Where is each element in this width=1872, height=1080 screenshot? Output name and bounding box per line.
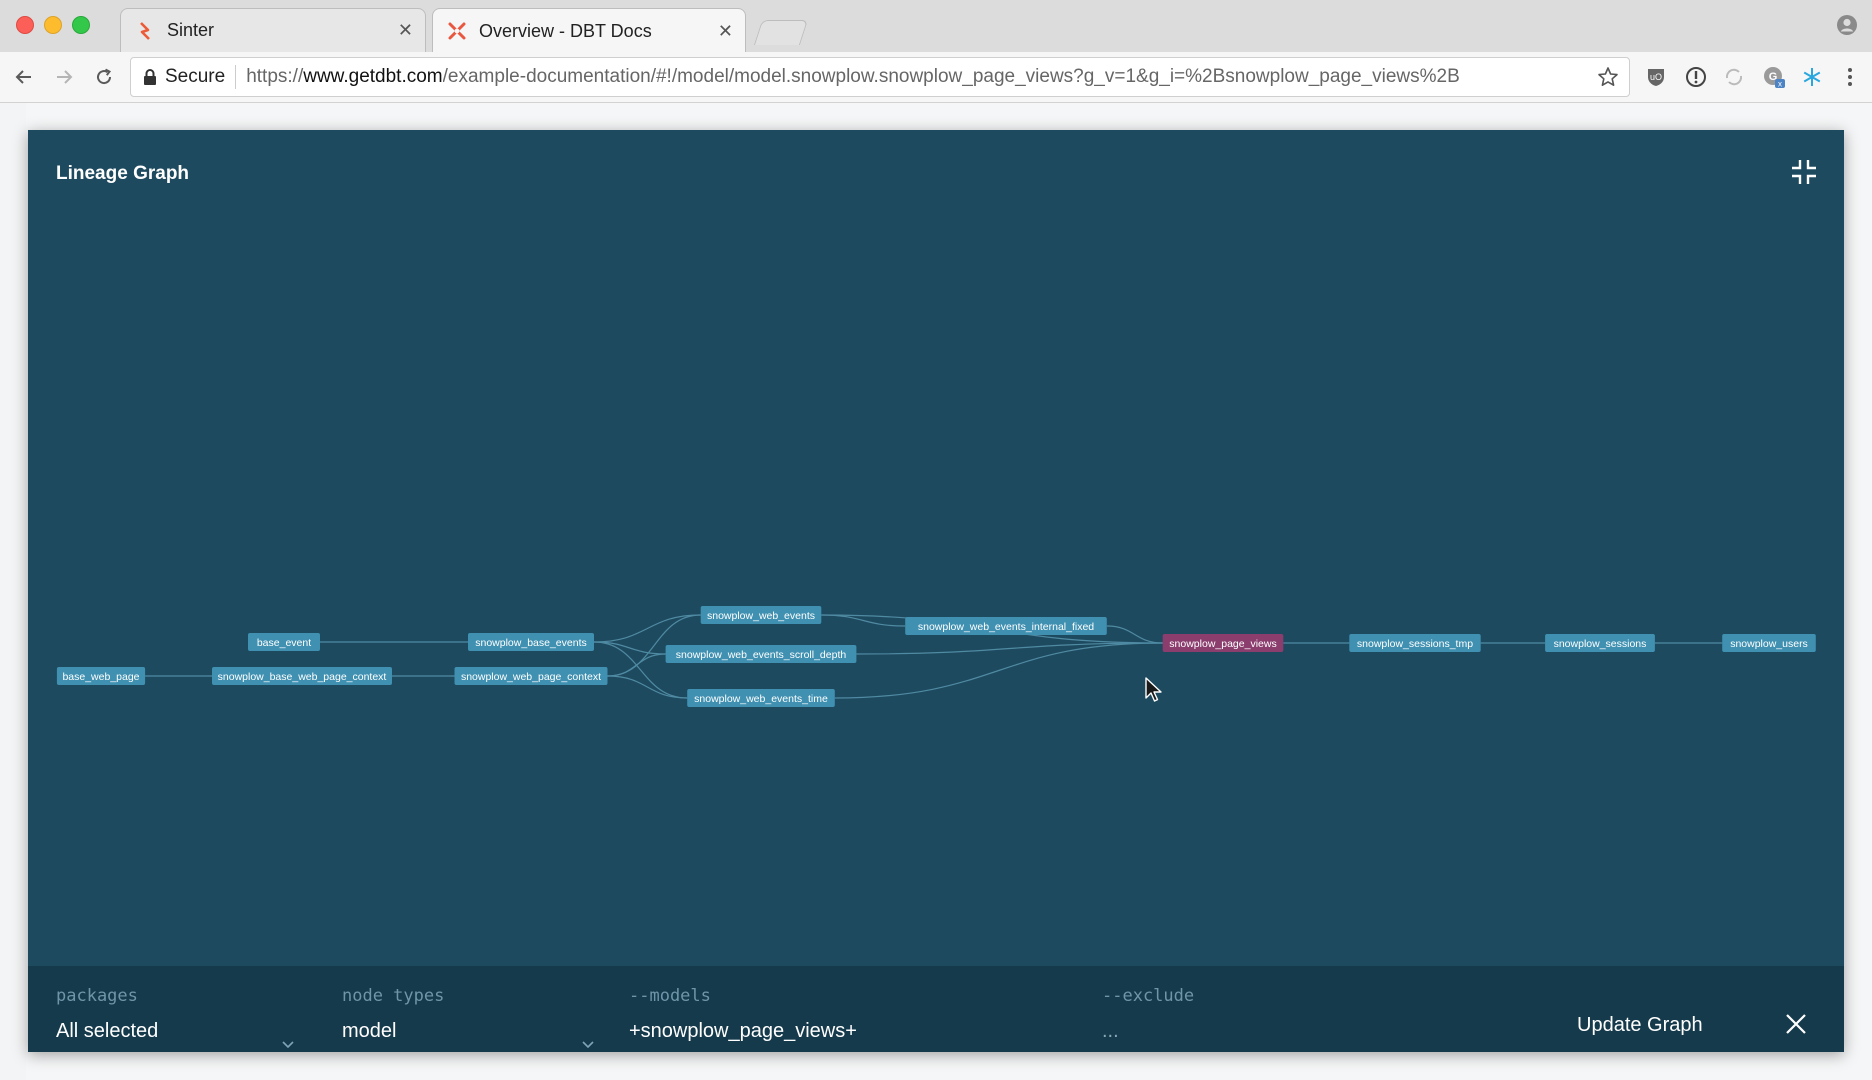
graph-node-snowplow-base-web-page-context[interactable]: snowplow_base_web_page_context: [212, 667, 392, 685]
close-icon[interactable]: [1784, 1012, 1808, 1036]
graph-node-label: base_event: [257, 637, 311, 649]
lineage-graph[interactable]: base_web_page base_event snowplow_base_web…: [28, 130, 1844, 966]
graph-edge: [593, 614, 701, 643]
update-graph-button[interactable]: Update Graph: [1577, 1014, 1703, 1037]
ublock-icon[interactable]: uO: [1644, 65, 1668, 89]
info-icon[interactable]: [1684, 65, 1708, 89]
graph-node-label: snowplow_users: [1730, 638, 1808, 650]
back-arrow-icon[interactable]: [10, 63, 38, 91]
graph-node-snowplow-web-page-context[interactable]: snowplow_web_page_context: [454, 667, 608, 685]
chevron-down-icon: [282, 1036, 294, 1054]
graph-node-snowplow-sessions[interactable]: snowplow_sessions: [1545, 634, 1655, 652]
browser-tab-dbt-docs[interactable]: Overview - DBT Docs ✕: [432, 8, 746, 53]
omnibox-divider: [235, 65, 237, 89]
tab-title: Overview - DBT Docs: [479, 20, 652, 41]
packages-select[interactable]: packages All selected: [56, 986, 296, 1049]
graph-node-snowplow-page-views[interactable]: snowplow_page_views: [1162, 634, 1284, 652]
browser-toolbar: Secure https:// www.getdbt.com /example-…: [0, 52, 1872, 103]
lineage-graph-modal: Lineage Graph base_web_page base_event sno…: [28, 130, 1844, 1052]
url-scheme: https://: [246, 66, 304, 87]
reload-icon[interactable]: [90, 63, 118, 91]
snowflake-icon[interactable]: [1800, 65, 1824, 89]
graph-edge: [1106, 625, 1163, 644]
tab-close-icon[interactable]: ✕: [718, 21, 733, 42]
svg-text:uO: uO: [1650, 72, 1662, 82]
graph-node-snowplow-sessions-tmp[interactable]: snowplow_sessions_tmp: [1349, 634, 1481, 652]
graph-node-label: snowplow_base_web_page_context: [218, 671, 387, 683]
graph-node-label: snowplow_sessions_tmp: [1357, 638, 1473, 650]
mouse-cursor-icon: [1144, 676, 1164, 704]
node-types-label: node types: [342, 986, 445, 1006]
exclude-input[interactable]: --exclude ...: [1102, 986, 1402, 1043]
bookmark-star-icon[interactable]: [1597, 66, 1619, 94]
graph-node-snowplow-web-events[interactable]: snowplow_web_events: [700, 606, 822, 624]
tab-title: Sinter: [167, 20, 215, 40]
graph-node-label: snowplow_page_views: [1169, 638, 1276, 650]
models-label: --models: [629, 986, 711, 1006]
browser-tab-strip: Sinter ✕ Overview - DBT Docs ✕: [0, 0, 1872, 53]
secure-label: Secure: [165, 66, 226, 87]
graph-node-snowplow-users[interactable]: snowplow_users: [1722, 634, 1816, 652]
exclude-value: ...: [1102, 1020, 1119, 1042]
sync-icon[interactable]: [1722, 65, 1746, 89]
graph-node-label: snowplow_web_page_context: [461, 671, 601, 683]
node-types-select[interactable]: node types model: [342, 986, 594, 1049]
graph-node-label: snowplow_base_events: [475, 637, 587, 649]
graph-node-base-event[interactable]: base_event: [248, 633, 320, 651]
new-tab-button[interactable]: [753, 20, 809, 45]
page-sidebar-edge: [0, 103, 26, 1080]
menu-dots-icon[interactable]: [1838, 65, 1862, 89]
forward-arrow-icon[interactable]: [50, 63, 78, 91]
grammarly-icon[interactable]: Gx: [1762, 65, 1786, 89]
graph-node-label: snowplow_web_events_time: [694, 693, 828, 705]
graph-edge: [607, 653, 666, 677]
sinter-logo-icon: [135, 21, 155, 41]
graph-edge: [834, 642, 1163, 699]
node-types-value: model: [342, 1020, 397, 1042]
dbt-logo-icon: [447, 21, 467, 41]
tab-close-icon[interactable]: ✕: [398, 20, 413, 41]
models-value: +snowplow_page_views+: [629, 1020, 857, 1042]
graph-node-label: snowplow_web_events_internal_fixed: [918, 621, 1094, 633]
packages-value: All selected: [56, 1020, 159, 1042]
models-input[interactable]: --models +snowplow_page_views+: [629, 986, 1049, 1043]
graph-node-snowplow-base-events[interactable]: snowplow_base_events: [468, 633, 594, 651]
chevron-down-icon: [582, 1036, 594, 1054]
window-close-button[interactable]: [16, 16, 34, 34]
lock-icon: [143, 68, 157, 86]
graph-node-snowplow-web-events-internal-fixed[interactable]: snowplow_web_events_internal_fixed: [905, 617, 1107, 635]
graph-node-label: base_web_page: [62, 671, 139, 683]
address-bar[interactable]: Secure https:// www.getdbt.com /example-…: [130, 57, 1630, 97]
graph-node-snowplow-web-events-time[interactable]: snowplow_web_events_time: [687, 689, 835, 707]
browser-tab-sinter[interactable]: Sinter ✕: [120, 8, 426, 52]
url-host: www.getdbt.com: [303, 66, 443, 87]
window-zoom-button[interactable]: [72, 16, 90, 34]
graph-edge: [607, 675, 688, 699]
window-minimize-button[interactable]: [44, 16, 62, 34]
graph-controls-bar: packages All selected node types model -…: [28, 966, 1844, 1052]
graph-node-snowplow-web-events-scroll-depth[interactable]: snowplow_web_events_scroll_depth: [665, 645, 857, 663]
profile-icon[interactable]: [1836, 14, 1858, 36]
exclude-label: --exclude: [1102, 986, 1195, 1006]
svg-text:x: x: [1778, 80, 1782, 89]
packages-label: packages: [56, 986, 138, 1006]
graph-node-base-web-page[interactable]: base_web_page: [56, 667, 146, 685]
url-path: /example-documentation/#!/model/model.sn…: [442, 66, 1460, 87]
graph-node-label: snowplow_web_events_scroll_depth: [676, 649, 847, 661]
graph-node-label: snowplow_web_events: [707, 610, 815, 622]
graph-node-label: snowplow_sessions: [1554, 638, 1647, 650]
